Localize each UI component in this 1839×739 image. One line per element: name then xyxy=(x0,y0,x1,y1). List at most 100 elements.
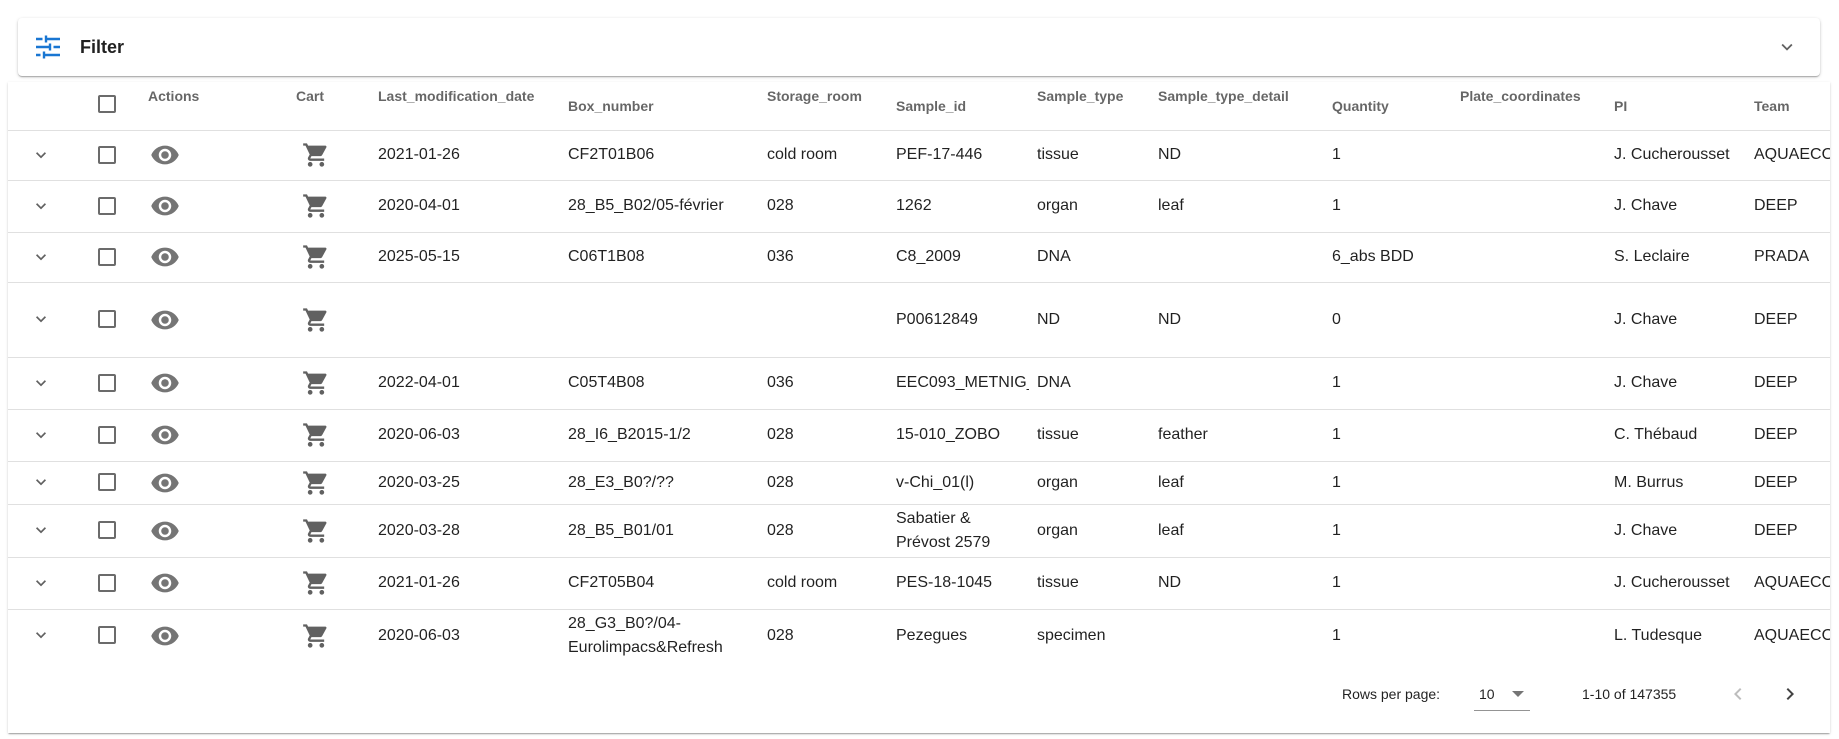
sample-type-detail-cell: ND xyxy=(1150,130,1314,181)
pi-cell: J. Chave xyxy=(1606,504,1746,558)
sample-type-detail-cell xyxy=(1150,357,1314,410)
header-box-number[interactable]: Box_number xyxy=(560,82,759,131)
table-scroll-area[interactable]: Actions Cart Last_modification_date Box_… xyxy=(8,82,1830,662)
view-icon[interactable] xyxy=(150,140,180,170)
team-cell: DEEP xyxy=(1746,180,1830,233)
quantity-cell: 1 xyxy=(1314,357,1452,410)
pi-cell: M. Burrus xyxy=(1606,461,1746,505)
expand-row-icon[interactable] xyxy=(31,425,51,445)
table-row[interactable]: 2020-04-01 28_B5_B02/05-février 028 1262 org… xyxy=(8,180,1830,233)
actions-cell xyxy=(140,282,288,358)
sample-type-cell: specimen xyxy=(1029,609,1150,662)
last-modification-date-cell: 2020-06-03 xyxy=(370,409,560,462)
pi-cell: L. Tudesque xyxy=(1606,609,1746,662)
filter-panel[interactable]: Filter xyxy=(18,18,1820,76)
row-checkbox[interactable] xyxy=(98,247,116,266)
add-to-cart-icon[interactable] xyxy=(302,243,330,271)
last-modification-date-cell: 2021-01-26 xyxy=(370,557,560,610)
view-icon[interactable] xyxy=(150,621,180,651)
expand-cell xyxy=(8,609,74,662)
add-to-cart-icon[interactable] xyxy=(302,141,330,169)
plate-coordinates-cell xyxy=(1452,557,1606,610)
row-checkbox[interactable] xyxy=(98,521,116,540)
add-to-cart-icon[interactable] xyxy=(302,369,330,397)
table-header-row: Actions Cart Last_modification_date Box_… xyxy=(8,82,1830,131)
select-all-checkbox[interactable] xyxy=(98,95,116,114)
pi-cell: J. Chave xyxy=(1606,282,1746,358)
table-row[interactable]: 2020-06-03 28_I6_B2015-1/2 028 15-010_ZOBO t… xyxy=(8,409,1830,462)
view-icon[interactable] xyxy=(150,191,180,221)
view-icon[interactable] xyxy=(150,242,180,272)
row-checkbox[interactable] xyxy=(98,626,116,645)
team-cell: AQUAECO xyxy=(1746,130,1830,181)
expand-row-icon[interactable] xyxy=(31,196,51,216)
row-checkbox[interactable] xyxy=(98,310,116,329)
header-last-modification-date[interactable]: Last_modification_date xyxy=(370,82,560,131)
add-to-cart-icon[interactable] xyxy=(302,421,330,449)
rows-per-page-select[interactable]: 10 xyxy=(1474,678,1530,711)
expand-row-icon[interactable] xyxy=(31,520,51,540)
table-row[interactable]: 2025-05-15 C06T1B08 036 C8_2009 DNA 6_abs BDD… xyxy=(8,232,1830,283)
add-to-cart-icon[interactable] xyxy=(302,622,330,650)
expand-cell xyxy=(8,409,74,462)
cart-cell xyxy=(288,232,370,283)
expand-row-icon[interactable] xyxy=(31,625,51,645)
add-to-cart-icon[interactable] xyxy=(302,192,330,220)
row-checkbox[interactable] xyxy=(98,425,116,444)
table-row[interactable]: P00612849 ND ND 0 J. Chave DEEP xyxy=(8,282,1830,358)
header-cart[interactable]: Cart xyxy=(288,82,370,131)
table-row[interactable]: 2022-04-01C05T4B08036EEC093_METNIG_1119D… xyxy=(8,357,1830,410)
previous-page-button[interactable] xyxy=(1726,682,1750,706)
header-pi[interactable]: PI xyxy=(1606,82,1746,131)
header-plate-coordinates[interactable]: Plate_coordinates xyxy=(1452,82,1606,131)
chevron-down-icon[interactable] xyxy=(1776,36,1798,58)
sample-type-cell: DNA xyxy=(1029,232,1150,283)
expand-row-icon[interactable] xyxy=(31,373,51,393)
sample-id-cell: Pezegues xyxy=(888,609,1029,662)
row-checkbox[interactable] xyxy=(98,373,116,392)
add-to-cart-icon[interactable] xyxy=(302,306,330,334)
view-icon[interactable] xyxy=(150,305,180,335)
header-team[interactable]: Team xyxy=(1746,82,1830,131)
table-row[interactable]: 2021-01-26 CF2T01B06 cold room PEF-17-446 ti… xyxy=(8,130,1830,181)
view-icon[interactable] xyxy=(150,368,180,398)
quantity-cell: 1 xyxy=(1314,409,1452,462)
samples-table: Actions Cart Last_modification_date Box_… xyxy=(8,82,1830,662)
view-icon[interactable] xyxy=(150,516,180,546)
view-icon[interactable] xyxy=(150,568,180,598)
rows-per-page-label: Rows per page: xyxy=(1342,686,1441,702)
row-checkbox[interactable] xyxy=(98,573,116,592)
table-row[interactable]: 2020-03-25 28_E3_B0?/?? 028 v-Chi_01(l) orga… xyxy=(8,461,1830,505)
sample-type-detail-cell: ND xyxy=(1150,557,1314,610)
expand-row-icon[interactable] xyxy=(31,472,51,492)
header-sample-type-detail[interactable]: Sample_type_detail xyxy=(1150,82,1314,131)
header-sample-id[interactable]: Sample_id xyxy=(888,82,1029,131)
header-quantity[interactable]: Quantity xyxy=(1314,82,1452,131)
add-to-cart-icon[interactable] xyxy=(302,517,330,545)
view-icon[interactable] xyxy=(150,420,180,450)
view-icon[interactable] xyxy=(150,468,180,498)
storage-room-cell: 028 xyxy=(759,609,888,662)
last-modification-date-cell: 2020-03-28 xyxy=(370,504,560,558)
box-number-cell: 28_B5_B02/05-février xyxy=(560,180,759,233)
table-row[interactable]: 2020-06-03 28_G3_B0?/04-Eurolimpacs&Refre… xyxy=(8,609,1830,662)
expand-row-icon[interactable] xyxy=(31,573,51,593)
expand-row-icon[interactable] xyxy=(31,247,51,267)
table-row[interactable]: 2020-03-28 28_B5_B01/01 028 Sabatier & Prév… xyxy=(8,504,1830,558)
row-checkbox[interactable] xyxy=(98,145,116,164)
header-storage-room[interactable]: Storage_room xyxy=(759,82,888,131)
row-checkbox[interactable] xyxy=(98,473,116,492)
select-cell xyxy=(74,504,140,558)
add-to-cart-icon[interactable] xyxy=(302,469,330,497)
expand-row-icon[interactable] xyxy=(31,309,51,329)
expand-row-icon[interactable] xyxy=(31,145,51,165)
next-page-button[interactable] xyxy=(1778,682,1802,706)
header-actions[interactable]: Actions xyxy=(140,82,288,131)
add-to-cart-icon[interactable] xyxy=(302,569,330,597)
sample-id-cell: PEF-17-446 xyxy=(888,130,1029,181)
row-checkbox[interactable] xyxy=(98,196,116,215)
actions-cell xyxy=(140,461,288,505)
header-sample-type[interactable]: Sample_type xyxy=(1029,82,1150,131)
table-row[interactable]: 2021-01-26 CF2T05B04 cold room PES-18-1045 t… xyxy=(8,557,1830,610)
quantity-cell: 1 xyxy=(1314,130,1452,181)
